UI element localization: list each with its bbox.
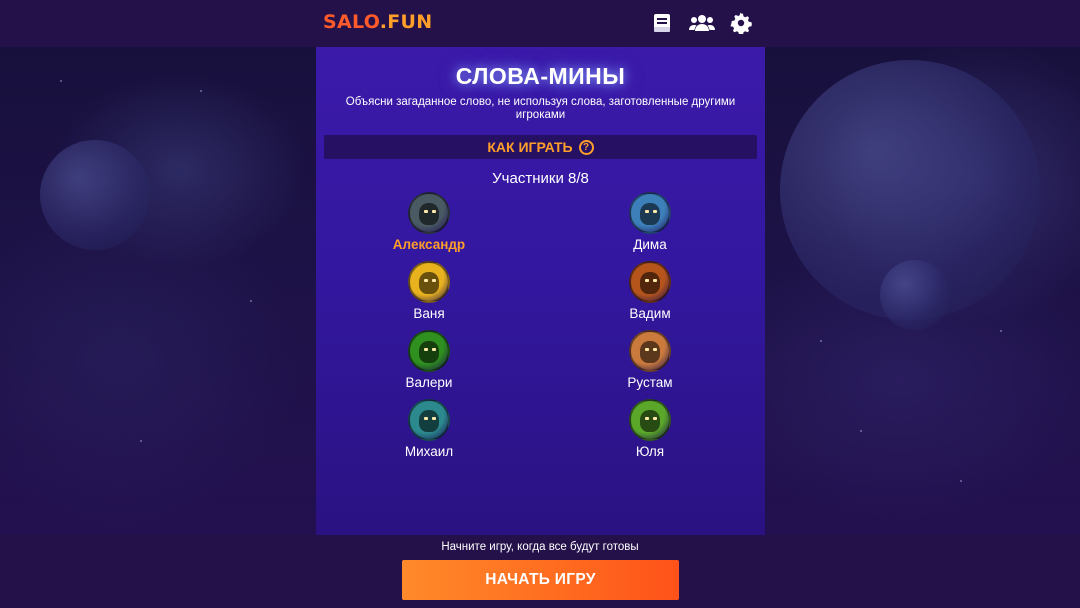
logo[interactable]: SALO.FUN <box>323 11 433 33</box>
player-name: Александр <box>392 237 466 252</box>
player-avatar <box>629 192 671 234</box>
planet-decoration-small <box>880 260 950 330</box>
player-card[interactable]: Михаил <box>359 399 499 459</box>
game-description: Объясни загаданное слово, не используя с… <box>345 96 736 121</box>
how-to-play-label: КАК ИГРАТЬ <box>487 139 573 155</box>
start-hint: Начните игру, когда все будут готовы <box>441 541 639 553</box>
player-card[interactable]: Юля <box>580 399 720 459</box>
player-name: Ваня <box>413 306 445 321</box>
how-to-play-button[interactable]: КАК ИГРАТЬ ? <box>324 135 757 159</box>
users-icon[interactable] <box>689 12 715 34</box>
player-card[interactable]: Вадим <box>580 261 720 321</box>
bottom-bar: Начните игру, когда все будут готовы НАЧ… <box>0 535 1080 608</box>
player-card[interactable]: Рустам <box>580 330 720 390</box>
player-card[interactable]: Дима <box>580 192 720 252</box>
player-name: Вадим <box>629 306 671 321</box>
player-name: Юля <box>635 444 665 459</box>
player-avatar <box>408 192 450 234</box>
player-name: Дима <box>633 237 667 252</box>
player-card[interactable]: Ваня <box>359 261 499 321</box>
player-name: Валери <box>405 375 453 390</box>
player-avatar <box>408 399 450 441</box>
player-card[interactable]: Александр <box>359 192 499 252</box>
player-avatar <box>408 261 450 303</box>
game-lobby-panel: СЛОВА-МИНЫ Объясни загаданное слово, не … <box>316 47 765 535</box>
player-name: Рустам <box>627 375 673 390</box>
participants-count: Участники 8/8 <box>492 170 589 187</box>
question-icon: ? <box>578 139 594 155</box>
player-avatar <box>629 261 671 303</box>
game-title: СЛОВА-МИНЫ <box>455 63 626 89</box>
player-avatar <box>629 330 671 372</box>
player-avatar <box>408 330 450 372</box>
player-name: Михаил <box>404 444 454 459</box>
settings-gear-icon[interactable] <box>730 12 752 36</box>
planet-decoration-left <box>40 140 150 250</box>
start-game-button[interactable]: НАЧАТЬ ИГРУ <box>402 560 679 600</box>
player-card[interactable]: Валери <box>359 330 499 390</box>
top-bar: SALO.FUN <box>0 0 1080 47</box>
player-avatar <box>629 399 671 441</box>
rules-book-icon[interactable] <box>651 12 673 34</box>
